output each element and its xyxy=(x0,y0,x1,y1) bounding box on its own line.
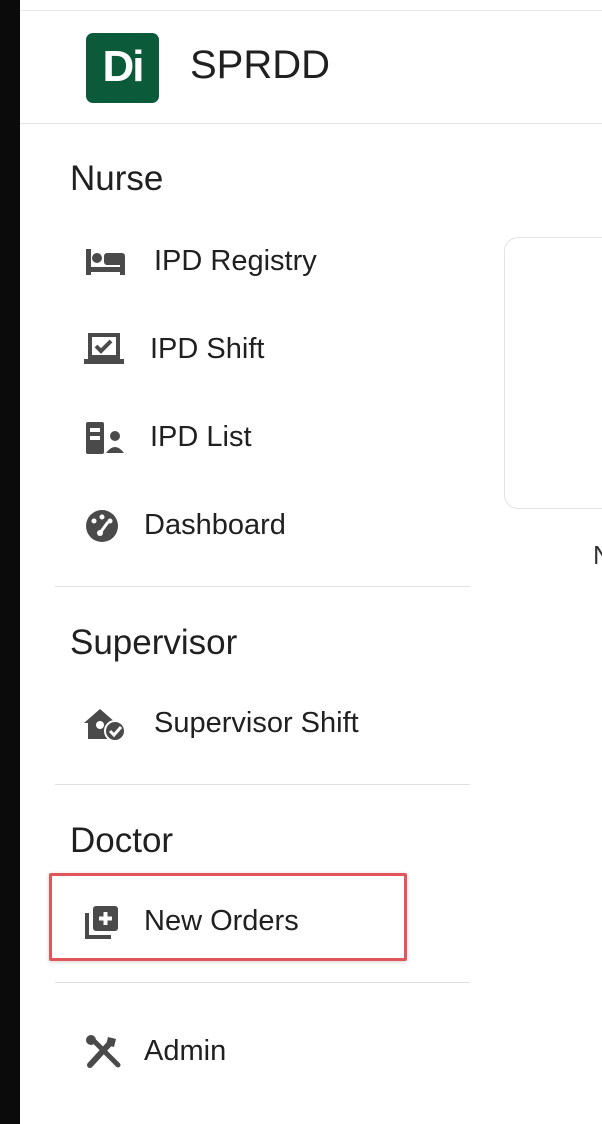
sidebar-item-label: Supervisor Shift xyxy=(154,707,359,739)
sidebar-item-ipd-list[interactable]: IPD List xyxy=(78,410,438,464)
top-border xyxy=(20,10,602,11)
sidebar-item-label: IPD List xyxy=(150,421,252,453)
laptop-check-icon xyxy=(84,333,124,364)
sidebar-item-dashboard[interactable]: Dashboard xyxy=(78,498,438,552)
logo-text: Di xyxy=(102,42,145,91)
dashboard-gauge-icon xyxy=(86,510,118,542)
app-title: SPRDD xyxy=(190,43,331,87)
sidebar-item-label: Dashboard xyxy=(144,509,286,541)
app-logo[interactable]: Di xyxy=(86,33,159,103)
sidebar-item-admin[interactable]: Admin xyxy=(78,1024,438,1078)
section-divider xyxy=(55,784,470,785)
sidebar-item-ipd-shift[interactable]: IPD Shift xyxy=(78,322,438,376)
bed-icon xyxy=(86,249,125,275)
sidebar-item-new-orders[interactable]: New Orders xyxy=(78,894,438,948)
section-title-doctor: Doctor xyxy=(70,821,174,860)
header-divider xyxy=(20,123,602,124)
sidebar-item-label: Admin xyxy=(144,1035,227,1067)
sidebar-item-supervisor-shift[interactable]: Supervisor Shift xyxy=(78,696,438,750)
sidebar-item-label: IPD Registry xyxy=(154,245,317,277)
patient-list-icon xyxy=(86,422,124,454)
section-title-nurse: Nurse xyxy=(70,159,164,198)
sidebar-item-label: IPD Shift xyxy=(150,333,265,365)
sidebar-item-label: New Orders xyxy=(144,905,299,937)
card-caption: N xyxy=(593,540,602,570)
sidebar-item-ipd-registry[interactable]: IPD Registry xyxy=(78,234,438,288)
add-library-icon xyxy=(85,906,118,939)
home-user-check-icon xyxy=(84,709,126,742)
window-left-edge xyxy=(0,0,20,1124)
tools-icon xyxy=(86,1035,121,1068)
section-divider xyxy=(55,586,470,587)
content-card[interactable] xyxy=(504,237,602,509)
section-divider xyxy=(55,982,470,983)
section-title-supervisor: Supervisor xyxy=(70,623,238,662)
